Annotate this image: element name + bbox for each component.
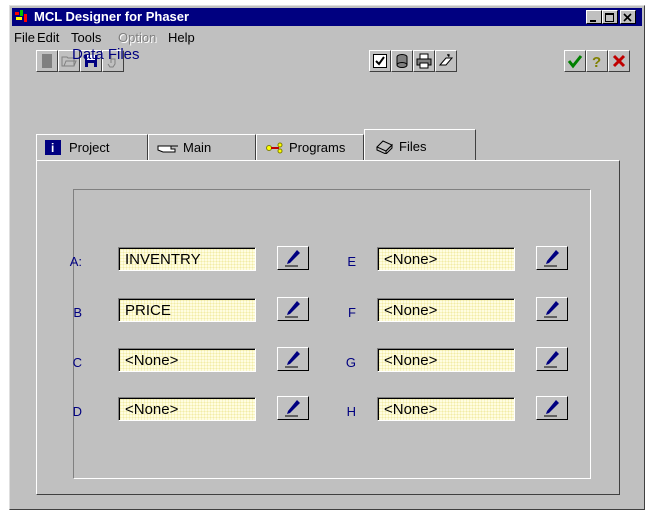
file-label-a: A: [69, 254, 82, 269]
new-button[interactable] [36, 50, 58, 72]
file-field-a[interactable]: INVENTRY [118, 247, 256, 271]
window-title: MCL Designer for Phaser [34, 9, 190, 24]
group-title: Data Files [72, 46, 140, 63]
ok-button[interactable] [564, 50, 586, 72]
pen-icon [285, 301, 300, 318]
file-label-b: B [73, 305, 82, 320]
erase-button[interactable] [435, 50, 457, 72]
file-field-f[interactable]: <None> [377, 298, 515, 322]
menu-option[interactable]: Option [118, 30, 156, 45]
file-field-c[interactable]: <None> [118, 348, 256, 372]
tab-main-label: Main [183, 140, 212, 155]
pen-icon [544, 400, 559, 417]
programs-icon [266, 142, 283, 154]
file-label-f: F [348, 305, 356, 320]
cancel-x-icon [612, 54, 626, 68]
tab-files-label: Files [399, 139, 427, 154]
help-question-icon: ? [592, 54, 601, 69]
file-value-h: <None> [384, 401, 438, 418]
info-icon: i [45, 140, 61, 155]
checkbox-button[interactable] [369, 50, 391, 72]
pen-icon [285, 250, 300, 267]
file-value-a: INVENTRY [125, 251, 201, 268]
file-label-e: E [347, 254, 356, 269]
svg-text:i: i [51, 141, 54, 155]
file-value-b: PRICE [125, 302, 171, 319]
tab-project[interactable]: i Project [36, 134, 148, 160]
tab-main[interactable]: Main [148, 134, 256, 160]
new-icon [42, 54, 52, 68]
file-value-g: <None> [384, 352, 438, 369]
file-value-f: <None> [384, 302, 438, 319]
hand-icon [157, 145, 178, 153]
file-field-d[interactable]: <None> [118, 397, 256, 421]
file-value-d: <None> [125, 401, 179, 418]
database-button[interactable] [391, 50, 413, 72]
menu-file[interactable]: File [14, 30, 35, 45]
file-field-e[interactable]: <None> [377, 247, 515, 271]
file-field-h[interactable]: <None> [377, 397, 515, 421]
browse-button-e[interactable] [536, 246, 568, 270]
files-icon [376, 140, 393, 154]
file-value-c: <None> [125, 352, 179, 369]
help-button[interactable]: ? [586, 50, 608, 72]
browse-button-a[interactable] [277, 246, 309, 270]
pen-icon [544, 250, 559, 267]
ok-check-icon [567, 55, 583, 69]
app-window: MCL Designer for Phaser File Edit Tools … [9, 5, 645, 510]
pen-icon [544, 351, 559, 368]
menu-bar: File Edit Tools Option Help [12, 28, 642, 46]
close-button[interactable] [620, 10, 636, 24]
database-icon [396, 54, 408, 68]
tab-project-label: Project [69, 140, 110, 155]
files-panel [36, 160, 620, 495]
tab-files[interactable]: Files [364, 129, 476, 160]
checkbox-icon [373, 54, 387, 68]
browse-button-b[interactable] [277, 297, 309, 321]
file-label-c: C [72, 355, 82, 370]
browse-button-c[interactable] [277, 347, 309, 371]
tab-programs[interactable]: Programs [256, 134, 364, 160]
svg-text:?: ? [592, 54, 601, 69]
browse-button-g[interactable] [536, 347, 568, 371]
tab-programs-label: Programs [289, 140, 346, 155]
file-field-b[interactable]: PRICE [118, 298, 256, 322]
pen-icon [544, 301, 559, 318]
minimize-button[interactable] [586, 10, 602, 24]
browse-button-d[interactable] [277, 396, 309, 420]
print-button[interactable] [413, 50, 435, 72]
maximize-button[interactable] [602, 10, 618, 24]
pen-icon [285, 400, 300, 417]
print-icon [416, 53, 432, 69]
data-files-group [73, 189, 591, 479]
title-bar[interactable]: MCL Designer for Phaser [12, 8, 642, 26]
file-label-h: H [346, 404, 356, 419]
file-value-e: <None> [384, 251, 438, 268]
menu-edit[interactable]: Edit [37, 30, 59, 45]
browse-button-f[interactable] [536, 297, 568, 321]
menu-help[interactable]: Help [168, 30, 195, 45]
pen-icon [285, 351, 300, 368]
menu-tools[interactable]: Tools [71, 30, 101, 45]
cancel-button[interactable] [608, 50, 630, 72]
file-label-d: D [72, 404, 82, 419]
browse-button-h[interactable] [536, 396, 568, 420]
file-label-g: G [345, 355, 356, 370]
file-field-g[interactable]: <None> [377, 348, 515, 372]
app-icon [14, 9, 32, 25]
erase-icon [438, 53, 454, 66]
